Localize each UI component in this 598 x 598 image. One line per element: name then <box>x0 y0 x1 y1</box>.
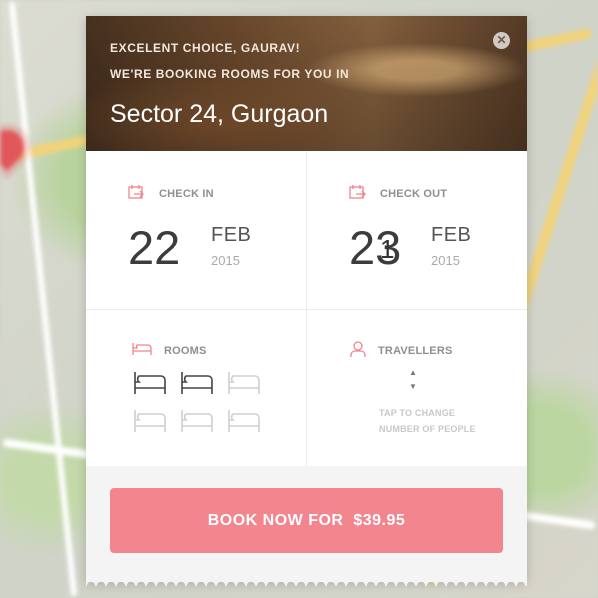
close-icon[interactable]: ✕ <box>493 32 510 49</box>
bed-icon[interactable] <box>227 370 261 396</box>
check-in-month: FEB <box>211 224 252 246</box>
map-road <box>8 1 78 597</box>
increment-arrow-icon[interactable]: ▲ <box>409 368 417 377</box>
check-out-month: FEB <box>431 224 472 246</box>
hero-banner: EXCELENT CHOICE, GAURAV! WE'RE BOOKING R… <box>86 16 527 151</box>
check-in-label: CHECK IN <box>159 188 214 200</box>
calendar-icon <box>128 185 144 199</box>
check-out-cell[interactable]: CHECK OUT 23 FEB 2015 <box>307 151 527 308</box>
decrement-arrow-icon[interactable]: ▼ <box>409 382 417 391</box>
ticket-edge <box>86 576 527 586</box>
traveller-hint-line: NUMBER OF PEOPLE <box>379 424 476 434</box>
bed-icon[interactable] <box>180 408 214 434</box>
person-icon <box>350 341 366 357</box>
book-now-label: BOOK NOW FOR <box>207 512 344 529</box>
bed-icon[interactable] <box>133 370 167 396</box>
check-in-day: 22 <box>128 221 181 274</box>
book-now-button[interactable]: BOOK NOW FOR $39.95 <box>110 488 503 553</box>
rooms-label: ROOMS <box>164 345 207 357</box>
location-title: Sector 24, Gurgaon <box>110 100 329 128</box>
check-out-label: CHECK OUT <box>380 188 448 200</box>
greeting-line: EXCELENT CHOICE, GAURAV! <box>110 41 301 55</box>
calendar-icon <box>349 185 366 199</box>
traveller-hint-line: TAP TO CHANGE <box>379 408 456 418</box>
bed-icon <box>132 343 152 355</box>
bed-icon[interactable] <box>133 408 167 434</box>
check-in-year: 2015 <box>211 253 240 268</box>
bed-icon[interactable] <box>227 408 261 434</box>
bed-icon[interactable] <box>180 370 214 396</box>
subheading-line: WE'RE BOOKING ROOMS FOR YOU IN <box>110 67 350 81</box>
booking-card: EXCELENT CHOICE, GAURAV! WE'RE BOOKING R… <box>86 16 527 582</box>
traveller-count: 1 <box>380 234 395 264</box>
travellers-label: TRAVELLERS <box>378 345 453 357</box>
check-in-cell[interactable]: CHECK IN 22 FEB 2015 <box>86 151 306 308</box>
footer: BOOK NOW FOR $39.95 <box>86 466 527 582</box>
check-out-year: 2015 <box>431 253 460 268</box>
book-now-price: $39.95 <box>353 512 406 529</box>
travellers-cell: TRAVELLERS <box>307 310 527 467</box>
